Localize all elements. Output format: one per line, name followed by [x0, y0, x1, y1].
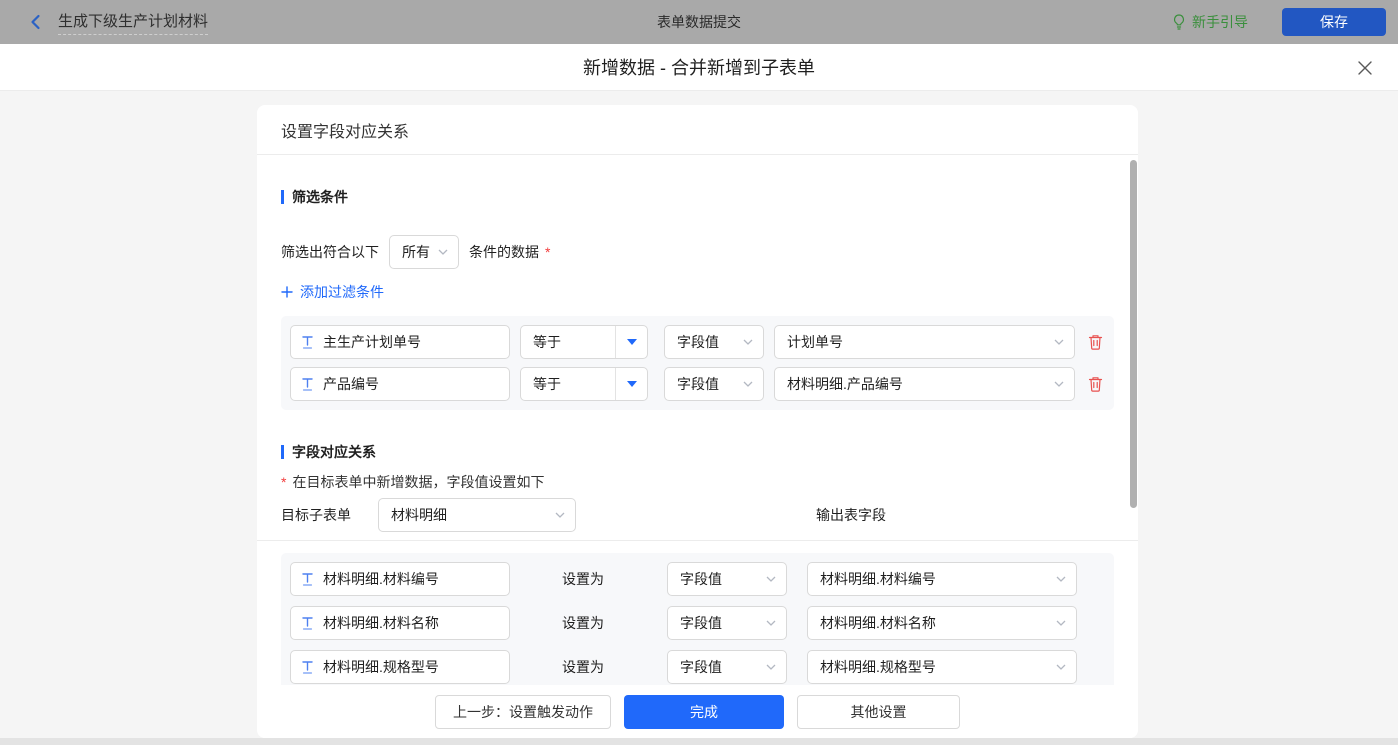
settings-card: 设置字段对应关系 筛选条件 筛选出符合以下 所有 条件的数据 * 添加过滤条件	[257, 105, 1138, 738]
triangle-down-icon	[627, 381, 637, 387]
previous-step-button[interactable]: 上一步：设置触发动作	[435, 695, 611, 729]
target-subform-select[interactable]: 材料明细	[378, 498, 576, 532]
scrollbar-thumb[interactable]	[1130, 160, 1137, 508]
intro-suffix: 条件的数据	[469, 242, 539, 262]
filter-section-title: 筛选条件	[281, 187, 1114, 207]
card-title: 设置字段对应关系	[257, 105, 1138, 155]
mapping-value-select[interactable]: 材料明细.材料编号	[807, 562, 1077, 596]
target-subform-row: 目标子表单 材料明细 输出表字段	[281, 498, 1114, 532]
required-mark: *	[545, 244, 550, 260]
text-field-icon	[301, 660, 314, 674]
triangle-down-icon	[627, 339, 637, 345]
save-button[interactable]: 保存	[1282, 8, 1386, 36]
mapping-valuetype-select[interactable]: 字段值	[667, 606, 787, 640]
modal-header: 新增数据 - 合并新增到子表单	[0, 44, 1398, 91]
delete-filter-button[interactable]	[1085, 374, 1105, 394]
mapping-field-input[interactable]: 材料明细.规格型号	[290, 650, 510, 684]
lightbulb-icon	[1172, 14, 1186, 30]
chevron-down-icon	[766, 576, 776, 582]
mapping-panel: 材料明细.材料编号 设置为 字段值 材料明细.材料编号	[281, 553, 1114, 685]
filter-row: 产品编号 等于 字段值 材料明细.产品编号	[290, 367, 1105, 401]
chevron-down-icon	[1054, 339, 1064, 345]
chevron-down-icon	[438, 249, 448, 255]
chevron-down-icon	[1056, 664, 1066, 670]
chevron-down-icon	[555, 512, 565, 518]
chevron-down-icon	[743, 381, 753, 387]
set-as-label: 设置为	[562, 569, 606, 589]
filter-operator-select[interactable]: 等于	[520, 367, 648, 401]
operator-caret[interactable]	[615, 368, 647, 400]
mapping-valuetype-select[interactable]: 字段值	[667, 650, 787, 684]
card-content: 筛选条件 筛选出符合以下 所有 条件的数据 * 添加过滤条件	[257, 155, 1138, 685]
back-button[interactable]	[28, 14, 44, 30]
text-field-icon	[301, 616, 314, 630]
app-topbar: 生成下级生产计划材料 表单数据提交 新手引导 保存	[0, 0, 1398, 44]
mapping-value-select[interactable]: 材料明细.规格型号	[807, 650, 1077, 684]
modal-body: 设置字段对应关系 筛选条件 筛选出符合以下 所有 条件的数据 * 添加过滤条件	[0, 91, 1398, 745]
add-filter-link[interactable]: 添加过滤条件	[281, 282, 384, 302]
required-mark: *	[281, 474, 286, 490]
mapping-row: 材料明细.材料名称 设置为 字段值 材料明细.材料名称	[290, 606, 1105, 640]
chevron-down-icon	[766, 664, 776, 670]
mapping-field-input[interactable]: 材料明细.材料编号	[290, 562, 510, 596]
divider	[257, 540, 1138, 541]
filter-value-select[interactable]: 材料明细.产品编号	[774, 367, 1075, 401]
chevron-down-icon	[743, 339, 753, 345]
delete-filter-button[interactable]	[1085, 332, 1105, 352]
trash-icon	[1088, 376, 1103, 392]
mapping-valuetype-select[interactable]: 字段值	[667, 562, 787, 596]
filter-field-input[interactable]: 产品编号	[290, 367, 510, 401]
match-mode-select[interactable]: 所有	[389, 235, 459, 269]
other-settings-button[interactable]: 其他设置	[797, 695, 960, 729]
close-icon	[1358, 61, 1372, 75]
intro-prefix: 筛选出符合以下	[281, 242, 379, 262]
chevron-down-icon	[766, 620, 776, 626]
filter-row: 主生产计划单号 等于 字段值 计划单号	[290, 325, 1105, 359]
done-button[interactable]: 完成	[624, 695, 784, 729]
filter-operator-select[interactable]: 等于	[520, 325, 648, 359]
text-field-icon	[301, 377, 314, 391]
chevron-left-icon	[28, 14, 44, 30]
modal-title: 新增数据 - 合并新增到子表单	[583, 54, 815, 80]
mapping-field-input[interactable]: 材料明细.材料名称	[290, 606, 510, 640]
mapping-note: * 在目标表单中新增数据，字段值设置如下	[281, 472, 1114, 492]
set-as-label: 设置为	[562, 613, 606, 633]
chevron-down-icon	[1054, 381, 1064, 387]
dimmed-page-strip	[0, 738, 1398, 745]
trash-icon	[1088, 334, 1103, 350]
chevron-down-icon	[1056, 576, 1066, 582]
section-accent-bar	[281, 190, 284, 204]
chevron-down-icon	[1056, 620, 1066, 626]
filter-panel: 主生产计划单号 等于 字段值 计划单号	[281, 316, 1114, 410]
output-fields-label: 输出表字段	[816, 505, 886, 525]
mapping-section-title: 字段对应关系	[281, 442, 1114, 462]
workflow-title[interactable]: 生成下级生产计划材料	[58, 10, 208, 35]
text-field-icon	[301, 572, 314, 586]
guide-label: 新手引导	[1192, 12, 1248, 32]
section-accent-bar	[281, 445, 284, 459]
filter-value-select[interactable]: 计划单号	[774, 325, 1075, 359]
close-button[interactable]	[1356, 59, 1374, 77]
mapping-row: 材料明细.规格型号 设置为 字段值 材料明细.规格型号	[290, 650, 1105, 684]
filter-valuetype-select[interactable]: 字段值	[664, 325, 764, 359]
filter-field-input[interactable]: 主生产计划单号	[290, 325, 510, 359]
operator-caret[interactable]	[615, 326, 647, 358]
mapping-value-select[interactable]: 材料明细.材料名称	[807, 606, 1077, 640]
set-as-label: 设置为	[562, 657, 606, 677]
mapping-row: 材料明细.材料编号 设置为 字段值 材料明细.材料编号	[290, 562, 1105, 596]
filter-intro-row: 筛选出符合以下 所有 条件的数据 *	[281, 235, 1114, 269]
filter-valuetype-select[interactable]: 字段值	[664, 367, 764, 401]
modal-footer: 上一步：设置触发动作 完成 其他设置	[257, 685, 1138, 738]
text-field-icon	[301, 335, 314, 349]
plus-icon	[281, 286, 293, 298]
beginner-guide-link[interactable]: 新手引导	[1172, 12, 1248, 32]
target-subform-label: 目标子表单	[281, 505, 351, 525]
